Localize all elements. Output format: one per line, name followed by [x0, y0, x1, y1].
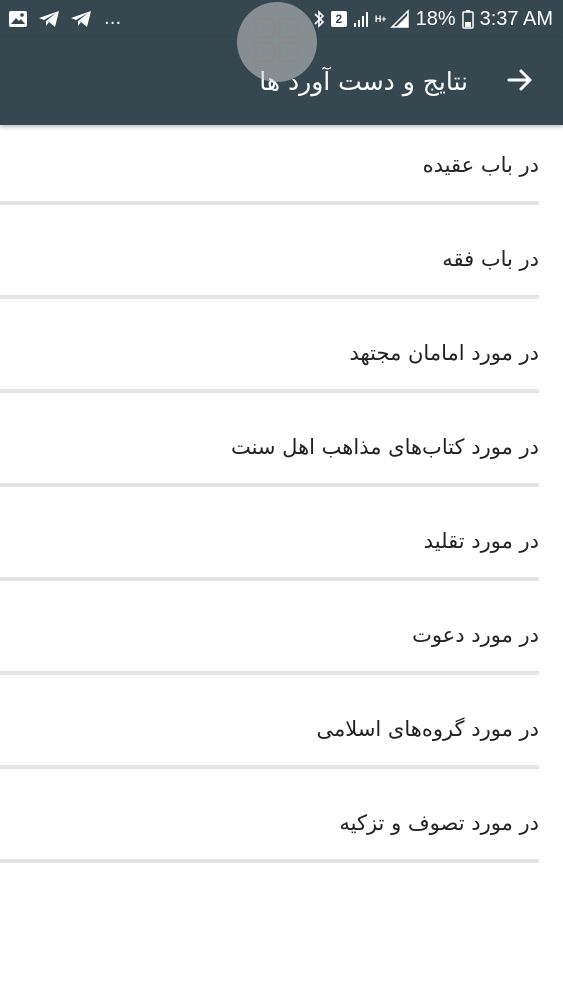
notification-icons: ...: [8, 0, 121, 38]
system-status: 2 H+ 18% 3:37 AM: [313, 0, 553, 38]
results-list: در باب عقیده در باب فقه در مورد امامان م…: [0, 125, 563, 877]
signal-icon: [389, 9, 410, 29]
floating-button[interactable]: [237, 2, 317, 82]
signal-icon: [353, 10, 369, 28]
battery-icon: [461, 9, 474, 29]
list-item[interactable]: در باب عقیده: [0, 125, 563, 219]
image-icon: [8, 10, 28, 28]
list-item[interactable]: در مورد تقلید: [0, 501, 563, 595]
list-item-label: در مورد دعوت: [412, 623, 539, 647]
divider: [0, 389, 539, 393]
list-item[interactable]: در مورد دعوت: [0, 595, 563, 689]
battery-percent: 18%: [415, 7, 456, 30]
list-item[interactable]: در مورد تصوف و تزکیه: [0, 783, 563, 877]
divider: [0, 671, 539, 675]
back-button[interactable]: [505, 67, 535, 97]
divider: [0, 859, 539, 863]
list-item-label: در باب فقه: [442, 247, 539, 271]
list-item-label: در مورد تصوف و تزکیه: [339, 811, 539, 835]
divider: [0, 201, 539, 205]
list-item-label: در باب عقیده: [422, 153, 539, 177]
list-item-label: در مورد کتاب‌های مذاهب اهل سنت: [230, 435, 539, 459]
clock: 3:37 AM: [479, 7, 553, 30]
arrow-right-icon: [507, 68, 533, 96]
list-item-label: در مورد گروه‌های اسلامی: [316, 717, 539, 741]
sim-2-icon: 2: [330, 11, 347, 27]
list-item-label: در مورد امامان مجتهد: [349, 341, 539, 365]
divider: [0, 577, 539, 581]
list-item-label: در مورد تقلید: [423, 529, 539, 553]
grid-icon: [252, 15, 302, 69]
divider: [0, 483, 539, 487]
divider: [0, 765, 539, 769]
list-item[interactable]: در باب فقه: [0, 219, 563, 313]
network-type: H+: [374, 13, 387, 24]
more-notifications: ...: [104, 8, 122, 29]
divider: [0, 295, 539, 299]
list-item[interactable]: در مورد کتاب‌های مذاهب اهل سنت: [0, 407, 563, 501]
bluetooth-icon: [313, 9, 325, 29]
telegram-icon: [70, 10, 92, 28]
list-item[interactable]: در مورد امامان مجتهد: [0, 313, 563, 407]
telegram-icon: [38, 10, 60, 28]
list-item[interactable]: در مورد گروه‌های اسلامی: [0, 689, 563, 783]
